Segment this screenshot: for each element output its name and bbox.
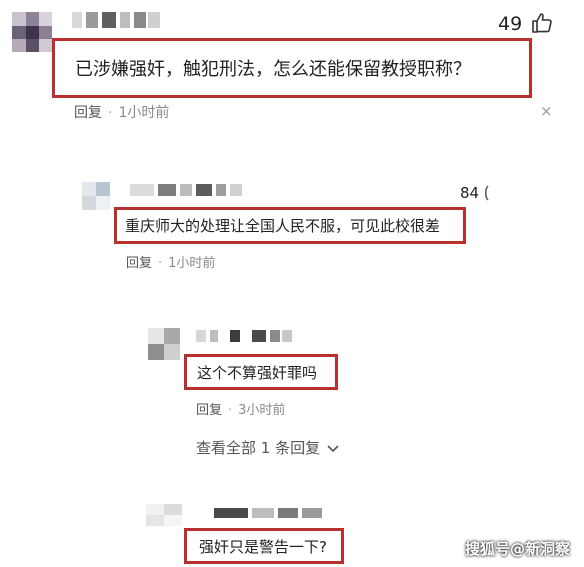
comment-text-highlight: 已涉嫌强奸，触犯刑法，怎么还能保留教授职称？	[52, 38, 532, 98]
see-all-replies-link[interactable]: 查看全部 1 条回复	[196, 437, 339, 458]
timestamp: 1小时前	[118, 105, 170, 121]
comment-text: 这个不算强奸罪吗	[197, 363, 318, 382]
thumb-up-icon[interactable]	[482, 184, 494, 202]
like-count-value: 49	[498, 13, 523, 35]
watermark: 搜狐号@新洞察	[464, 540, 570, 558]
comment-text: 重庆师大的处理让全国人民不服，可见此校很差	[125, 217, 441, 235]
avatar[interactable]	[146, 504, 182, 526]
thumb-up-icon[interactable]	[530, 11, 554, 35]
comment-text-highlight: 强奸只是警告一下?	[184, 528, 344, 564]
like-count[interactable]: 84	[460, 184, 479, 202]
username-blurred[interactable]	[72, 12, 160, 28]
timestamp: 3小时前	[238, 403, 286, 418]
avatar[interactable]	[82, 182, 110, 210]
avatar[interactable]	[12, 12, 52, 52]
comment-text-highlight: 这个不算强奸罪吗	[184, 354, 338, 390]
username-blurred[interactable]	[196, 330, 292, 342]
reply-button[interactable]: 回复	[126, 256, 152, 271]
username-blurred[interactable]	[130, 184, 242, 196]
comment-meta: 回复 · 1小时前	[126, 252, 215, 271]
comment-text: 强奸只是警告一下?	[199, 537, 327, 556]
timestamp: 1小时前	[168, 256, 216, 271]
separator-dot: ·	[228, 403, 233, 418]
separator-dot: ·	[158, 256, 163, 271]
close-icon[interactable]: ×	[540, 102, 553, 120]
comment-text: 已涉嫌强奸，触犯刑法，怎么还能保留教授职称？	[75, 59, 471, 80]
username-blurred[interactable]	[214, 508, 322, 518]
comment-meta: 回复 · 3小时前	[196, 399, 285, 418]
avatar[interactable]	[148, 328, 180, 360]
comment-text-highlight: 重庆师大的处理让全国人民不服，可见此校很差	[114, 207, 466, 244]
separator-dot: ·	[108, 105, 113, 121]
reply-button[interactable]: 回复	[196, 403, 222, 418]
chevron-down-icon	[327, 444, 339, 452]
comment-meta: 回复 · 1小时前	[74, 102, 169, 122]
like-count[interactable]: 49	[498, 13, 522, 35]
reply-button[interactable]: 回复	[74, 105, 102, 121]
like-count-value: 84	[460, 184, 480, 202]
see-all-replies-label: 查看全部 1 条回复	[196, 439, 321, 457]
